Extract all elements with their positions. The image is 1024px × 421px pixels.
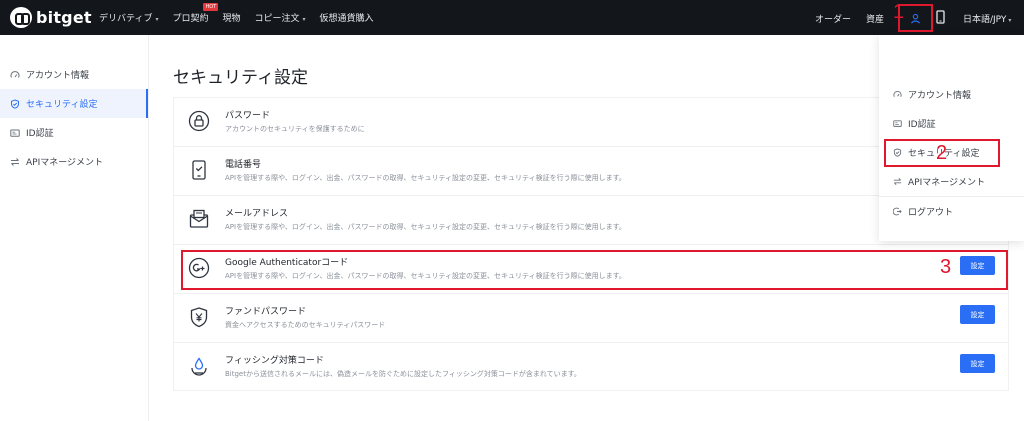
annotation-step-3: 3	[940, 256, 952, 278]
top-navigation-bar: bitget デリバティブ ▾ プロ契約 HOT 現物 コピー注文 ▾ 仮想通貨購入 …	[0, 0, 1024, 35]
annotation-step-2: 2	[936, 142, 948, 164]
row-title: Google Authenticatorコード	[225, 258, 349, 268]
page-title: セキュリティ設定	[173, 68, 308, 88]
gauge-icon	[893, 90, 902, 97]
row-description: 資金へアクセスするためのセキュリティパスワード	[225, 321, 386, 329]
nav-orders[interactable]: オーダー	[815, 12, 851, 25]
sidebar: アカウント情報 セキュリティ設定 ID認証 APIマネージメント	[0, 35, 149, 421]
row-title: フィッシング対策コード	[225, 356, 324, 366]
dropdown-item-label: ID認証	[908, 119, 936, 130]
dropdown-item-api-management[interactable]: APIマネージメント	[879, 168, 1024, 194]
row-description: APIを管理する際や、ログイン、出金、パスワードの取得、セキュリティ設定の変更、…	[225, 223, 626, 231]
dropdown-divider	[879, 196, 1024, 197]
row-title: メールアドレス	[225, 209, 289, 219]
mail-icon	[189, 209, 209, 228]
id-card-icon	[10, 129, 20, 137]
api-arrows-icon	[893, 177, 902, 185]
nav-assets[interactable]: 資産	[866, 12, 884, 25]
chevron-down-icon: ▾	[1008, 17, 1012, 24]
logout-icon	[893, 207, 902, 215]
security-row-fund-password: ファンドパスワード 資金へアクセスするためのセキュリティパスワード 設定	[174, 294, 1008, 343]
nav-pro-contract[interactable]: プロ契約 HOT	[172, 3, 219, 24]
phone-check-icon	[192, 160, 206, 180]
chevron-down-icon: ▾	[155, 16, 159, 23]
chevron-down-icon: ▾	[302, 16, 306, 23]
row-title: 電話番号	[225, 160, 262, 170]
anti-phishing-icon	[191, 357, 207, 376]
sidebar-item-label: アカウント情報	[26, 71, 90, 81]
shield-icon	[893, 147, 902, 157]
hot-badge: HOT	[203, 3, 219, 11]
yen-shield-icon	[190, 307, 208, 328]
dropdown-item-security-settings[interactable]: セキュリティ設定	[879, 139, 1024, 165]
fund-password-setup-button[interactable]: 設定	[960, 305, 995, 324]
row-title: パスワード	[225, 111, 271, 121]
row-description: APIを管理する際や、ログイン、出金、パスワードの取得、セキュリティ設定の変更、…	[225, 174, 626, 182]
security-row-anti-phishing-code: フィッシング対策コード Bitgetから送信されるメールには、偽造メールを防ぐた…	[174, 343, 1008, 392]
nav-buy-crypto[interactable]: 仮想通貨購入	[320, 11, 374, 24]
nav-derivatives[interactable]: デリバティブ ▾	[99, 11, 158, 24]
annotation-step-1: 1	[893, 1, 905, 23]
nav-spot[interactable]: 現物	[223, 11, 241, 24]
bitget-logo[interactable]: bitget	[10, 7, 92, 28]
security-row-google-authenticator: Google Authenticatorコード APIを管理する際や、ログイン、…	[174, 245, 1008, 294]
google-authenticator-icon	[188, 257, 210, 279]
sidebar-item-id-verification[interactable]: ID認証	[0, 118, 148, 147]
sidebar-item-label: ID認証	[26, 129, 54, 139]
row-description: Bitgetから送信されるメールには、偽造メールを防ぐために設定したフィッシング…	[225, 370, 581, 378]
bitget-logo-mark	[10, 7, 32, 28]
dropdown-item-label: アカウント情報	[908, 90, 972, 101]
dropdown-item-account-info[interactable]: アカウント情報	[879, 81, 1024, 107]
sidebar-item-account-info[interactable]: アカウント情報	[0, 60, 148, 89]
main-nav: デリバティブ ▾ プロ契約 HOT 現物 コピー注文 ▾ 仮想通貨購入	[99, 0, 388, 35]
row-title: ファンドパスワード	[225, 307, 307, 317]
api-arrows-icon	[11, 157, 19, 166]
user-dropdown-menu: アカウント情報 ID認証 セキュリティ設定 APIマネージメント ログアウト	[879, 35, 1024, 241]
dropdown-item-logout[interactable]: ログアウト	[879, 198, 1024, 224]
dropdown-item-label: APIマネージメント	[908, 177, 986, 188]
brand-name: bitget	[36, 8, 92, 27]
id-card-icon	[893, 119, 902, 127]
sidebar-item-label: APIマネージメント	[26, 158, 104, 168]
sidebar-item-api-management[interactable]: APIマネージメント	[0, 147, 148, 176]
row-description: アカウントのセキュリティを保護するために	[225, 125, 365, 133]
mobile-phone-icon[interactable]	[936, 10, 945, 24]
sidebar-item-label: セキュリティ設定	[26, 100, 98, 110]
sidebar-item-security-settings[interactable]: セキュリティ設定	[0, 89, 148, 118]
nav-copy-trade[interactable]: コピー注文 ▾	[255, 11, 306, 24]
google-authenticator-setup-button[interactable]: 設定	[960, 256, 995, 275]
user-icon	[910, 13, 921, 23]
dropdown-item-id-verification[interactable]: ID認証	[879, 110, 1024, 136]
dropdown-item-label: ログアウト	[908, 207, 954, 218]
shield-icon	[11, 98, 19, 109]
gauge-icon	[10, 70, 20, 78]
lock-icon	[188, 110, 210, 132]
anti-phishing-setup-button[interactable]: 設定	[960, 354, 995, 373]
row-description: APIを管理する際や、ログイン、出金、パスワードの取得、セキュリティ設定の変更、…	[225, 272, 626, 280]
language-currency-selector[interactable]: 日本語/JPY ▾	[963, 12, 1011, 25]
